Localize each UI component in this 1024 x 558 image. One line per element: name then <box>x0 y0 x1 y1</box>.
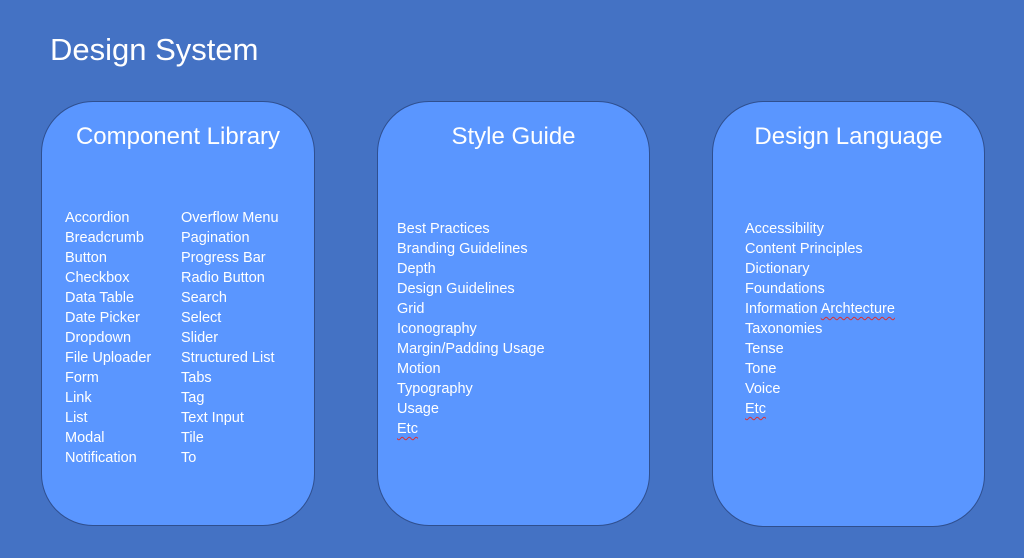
list-item: Content Principles <box>745 241 863 257</box>
list-item: Modal <box>65 430 105 446</box>
slide-title: Design System <box>50 32 259 67</box>
list-item: Branding Guidelines <box>397 241 528 257</box>
list-item: Link <box>65 390 92 406</box>
list-item: Tabs <box>181 370 212 386</box>
list-item: Taxonomies <box>745 321 823 337</box>
list-item: Dictionary <box>745 261 810 277</box>
list-item: Pagination <box>181 230 250 246</box>
component-library-title: Component Library <box>75 123 281 150</box>
list-item: Typography <box>397 381 473 397</box>
list-item: Tag <box>181 390 205 406</box>
list-item: Checkbox <box>65 270 130 286</box>
list-item: Data Table <box>65 290 135 306</box>
component-list-column-2: Overflow Menu Pagination Progress Bar Ra… <box>181 208 279 468</box>
list-item: Grid <box>397 301 425 317</box>
list-item: Design Guidelines <box>397 281 515 297</box>
list-item: Etc <box>397 419 545 439</box>
list-item: Accordion <box>65 210 130 226</box>
design-language-list: Accessibility Content Principles Diction… <box>745 219 895 419</box>
list-item: Tense <box>745 341 784 357</box>
list-item: To <box>181 450 197 466</box>
list-item: Iconography <box>397 321 477 337</box>
list-item: Dropdown <box>65 330 132 346</box>
list-item: Foundations <box>745 281 825 297</box>
list-item: Select <box>181 310 222 326</box>
list-item: Motion <box>397 361 441 377</box>
spellcheck-flagged-text: Etc <box>397 421 418 437</box>
list-item: Slider <box>181 330 219 346</box>
spellcheck-flagged-text: Etc <box>745 401 766 417</box>
style-guide-card: Style Guide Best Practices Branding Guid… <box>377 101 650 526</box>
list-item: Search <box>181 290 227 306</box>
list-item: Best Practices <box>397 221 490 237</box>
list-item: Structured List <box>181 350 275 366</box>
list-item: Form <box>65 370 99 386</box>
list-item: Tile <box>181 430 204 446</box>
list-item: Depth <box>397 261 436 277</box>
list-item: Etc <box>745 399 895 419</box>
spellcheck-flagged-word: Archtecture <box>820 301 895 317</box>
information-architecture-text: Information Archtecture <box>745 301 895 317</box>
style-guide-title: Style Guide <box>451 123 576 150</box>
design-language-title: Design Language <box>754 123 943 150</box>
list-item: Tone <box>745 361 777 377</box>
list-item: Date Picker <box>65 310 140 326</box>
list-item: File Uploader <box>65 350 152 366</box>
list-item: Information Archtecture <box>745 299 895 319</box>
style-guide-list: Best Practices Branding Guidelines Depth… <box>397 219 545 439</box>
list-item: Progress Bar <box>181 250 266 266</box>
list-item: Notification <box>65 450 137 466</box>
design-language-card: Design Language Accessibility Content Pr… <box>712 101 985 527</box>
component-library-card: Component Library Accordion Breadcrumb B… <box>41 101 315 526</box>
list-item: Accessibility <box>745 221 824 237</box>
list-item: List <box>65 410 88 426</box>
list-item: Breadcrumb <box>65 230 144 246</box>
list-item: Overflow Menu <box>181 210 279 226</box>
list-item: Voice <box>745 381 781 397</box>
list-item: Margin/Padding Usage <box>397 341 545 357</box>
list-item: Radio Button <box>181 270 265 286</box>
list-item: Text Input <box>181 410 244 426</box>
list-item: Usage <box>397 401 439 417</box>
list-item: Button <box>65 250 107 266</box>
component-list-column-1: Accordion Breadcrumb Button Checkbox Dat… <box>65 208 151 468</box>
